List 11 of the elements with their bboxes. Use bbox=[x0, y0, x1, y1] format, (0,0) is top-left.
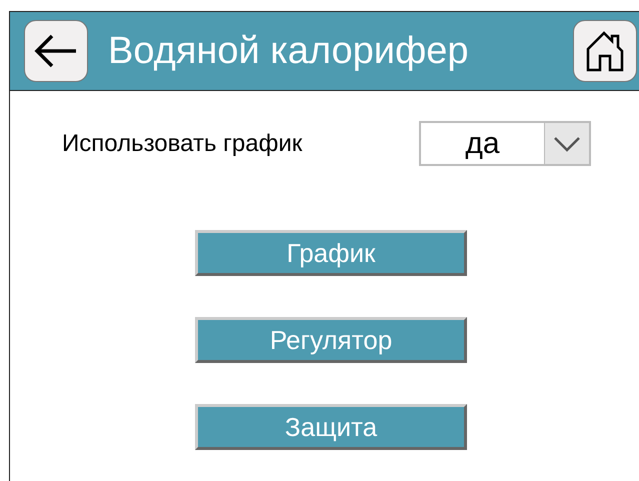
setting-label: Использовать график bbox=[62, 130, 304, 158]
back-button[interactable] bbox=[24, 20, 88, 82]
nav-button[interactable]: График bbox=[195, 230, 467, 276]
home-button[interactable] bbox=[573, 20, 637, 82]
dropdown[interactable]: да bbox=[419, 121, 591, 166]
home-icon bbox=[586, 30, 624, 72]
nav-button[interactable]: Защита bbox=[195, 404, 467, 450]
nav-button[interactable]: Регулятор bbox=[195, 317, 467, 363]
chevron-down-icon bbox=[553, 136, 581, 152]
back-arrow-icon bbox=[34, 33, 78, 69]
window-title: Водяной калорифер bbox=[108, 30, 470, 72]
